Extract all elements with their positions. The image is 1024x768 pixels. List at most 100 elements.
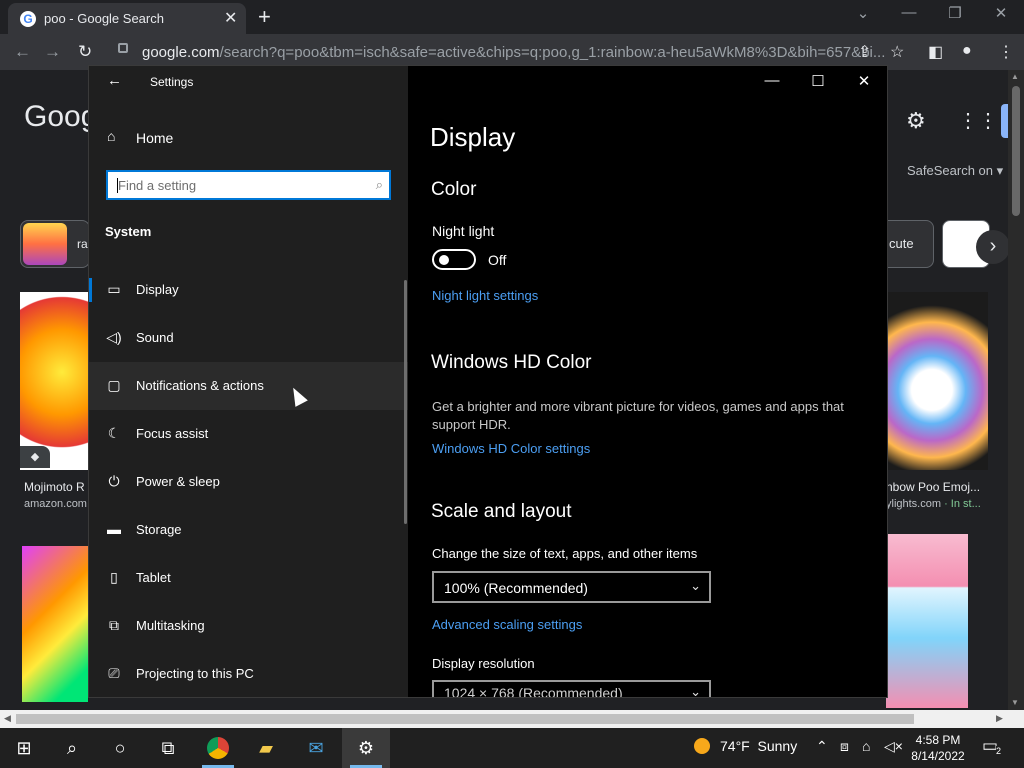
network-icon[interactable]: ⌂ [862,738,870,754]
nav-item-label: Multitasking [136,618,205,633]
scale-label: Change the size of text, apps, and other… [432,546,698,561]
profile-icon[interactable]: ● [962,42,972,60]
resolution-dropdown[interactable]: 1024 × 768 (Recommended) ⌄ [432,680,711,697]
search-input[interactable]: Find a setting ⌕ [106,170,391,200]
minimize-button[interactable]: — [889,4,929,21]
hd-color-heading: Windows HD Color [431,352,592,373]
scrollbar-thumb[interactable] [1012,86,1020,216]
nav-item-multitasking[interactable]: ⧉ Multitasking [89,602,408,650]
night-light-toggle[interactable] [432,249,476,270]
share-icon[interactable]: ⇪ [858,42,871,62]
search-placeholder: Find a setting [118,178,197,193]
nav-item-label: Display [136,282,179,297]
image-result[interactable] [886,292,988,470]
scroll-down-icon[interactable]: ▼ [1011,698,1019,707]
tab-close-icon[interactable]: ✕ [224,8,237,28]
advanced-scaling-link[interactable]: Advanced scaling settings [432,617,582,632]
menu-dots-icon[interactable]: ⋮ [998,42,1014,62]
hd-color-settings-link[interactable]: Windows HD Color settings [432,441,590,456]
windows-start-icon[interactable]: ⊞ [0,728,48,768]
image-result-caption[interactable]: Mojimoto R [24,480,85,494]
star-icon[interactable]: ☆ [890,42,904,62]
cortana-icon[interactable]: ○ [96,728,144,768]
lock-icon [118,43,128,53]
chevron-down-icon: ⌄ [690,684,701,697]
nav-item-focus-assist[interactable]: ☾ Focus assist [89,410,408,458]
display-settings-pane: — ☐ ✕ Display Color Night light Off Nigh… [408,66,887,697]
chevron-right-icon[interactable]: › [976,230,1008,264]
file-explorer-icon[interactable]: ▰ [242,728,290,768]
settings-gear-icon[interactable]: ⚙ [342,728,390,768]
nav-scrollbar[interactable] [404,280,407,524]
safesearch-toggle[interactable]: SafeSearch on ▾ [907,163,1003,179]
restore-button[interactable]: ❐ [935,4,975,22]
chevron-up-icon[interactable]: ⌃ [816,738,828,755]
google-logo[interactable]: Goog [24,100,97,134]
image-result-caption[interactable]: nbow Poo Emoj... [886,480,980,494]
forward-arrow-icon[interactable]: → [44,42,61,62]
volume-muted-icon[interactable]: ◁× [884,738,903,755]
nav-item-tablet[interactable]: ▯ Tablet [89,554,408,602]
nav-item-label: Tablet [136,570,171,585]
search-icon[interactable]: ⌕ [48,728,96,768]
night-light-label: Night light [432,223,495,239]
system-clock[interactable]: 4:58 PM 8/14/2022 [908,732,968,764]
back-arrow-icon[interactable]: ← [14,42,31,62]
nav-item-storage[interactable]: ▬ Storage [89,506,408,554]
nav-item-sound[interactable]: ◁) Sound [89,314,408,362]
scale-dropdown[interactable]: 100% (Recommended) ⌄ [432,571,711,603]
new-tab-button[interactable]: + [258,4,271,30]
home-label: Home [136,130,174,146]
nav-item-display[interactable]: ▭ Display [89,266,408,314]
settings-window: ← Settings ⌂ Home Find a setting ⌕ Syste… [89,66,887,697]
projecting-icon: ⎚ [108,665,120,681]
browser-toolbar: ← → ↻ google.com/search?q=poo&tbm=isch&s… [0,34,1024,70]
side-panel-icon[interactable]: ◧ [928,42,943,62]
scale-layout-heading: Scale and layout [431,501,572,522]
reload-icon[interactable]: ↻ [78,42,92,62]
chevron-down-icon: ⌄ [690,578,701,593]
nav-item-notifications[interactable]: ▢ Notifications & actions [89,362,408,410]
maximize-button[interactable]: ☐ [803,72,833,90]
sun-icon [694,738,710,754]
image-result-source: amazon.com [24,498,87,510]
back-arrow-icon[interactable]: ← [107,72,122,89]
tab-search-icon[interactable]: ⌄ [843,4,883,22]
address-bar[interactable]: google.com/search?q=poo&tbm=isch&safe=ac… [108,38,885,66]
task-view-icon[interactable]: ⧉ [144,728,192,768]
search-chip-rainbow[interactable]: ra [20,220,90,268]
storage-icon: ▬ [107,521,121,537]
scroll-right-icon[interactable]: ▶ [996,713,1003,724]
temperature: 74°F [720,738,750,754]
windows-taskbar: ⊞ ⌕ ○ ⧉ ▰ ✉ ⚙ 74°F Sunny ⌃ ⧈ ⌂ ◁× 4:58 P… [0,728,1024,768]
selected-indicator [89,278,92,302]
meet-now-icon[interactable]: ⧈ [840,738,849,755]
gear-icon[interactable]: ⚙ [906,108,926,134]
night-light-settings-link[interactable]: Night light settings [432,288,538,303]
chrome-icon[interactable] [194,728,242,768]
clock-date: 8/14/2022 [911,749,965,763]
horizontal-scrollbar[interactable]: ◀ ▶ [0,710,1024,728]
scroll-left-icon[interactable]: ◀ [4,713,11,724]
scroll-up-icon[interactable]: ▲ [1011,72,1019,81]
nav-item-label: Projecting to this PC [136,666,254,681]
vertical-scrollbar[interactable]: ▲ ▼ [1008,70,1024,710]
weather-widget[interactable]: 74°F Sunny [694,738,797,754]
close-button[interactable]: ✕ [849,72,879,90]
clock-time: 4:58 PM [915,733,961,747]
browser-tab[interactable]: G poo - Google Search ✕ [8,3,246,34]
image-result[interactable] [20,292,90,470]
image-result[interactable] [886,534,968,708]
image-result[interactable] [22,546,88,702]
search-icon: ⌕ [375,177,383,192]
chip-thumbnail [23,223,67,265]
nav-item-projecting[interactable]: ⎚ Projecting to this PC [89,650,408,697]
tablet-icon: ▯ [110,569,118,585]
hd-color-description: Get a brighter and more vibrant picture … [432,399,844,432]
minimize-button[interactable]: — [757,72,787,89]
sign-in-button[interactable] [1001,104,1008,138]
close-window-button[interactable]: ✕ [981,4,1021,22]
mail-icon[interactable]: ✉ [292,728,340,768]
nav-item-power-sleep[interactable]: ⏻ Power & sleep [89,458,408,506]
scrollbar-thumb[interactable] [16,714,914,724]
